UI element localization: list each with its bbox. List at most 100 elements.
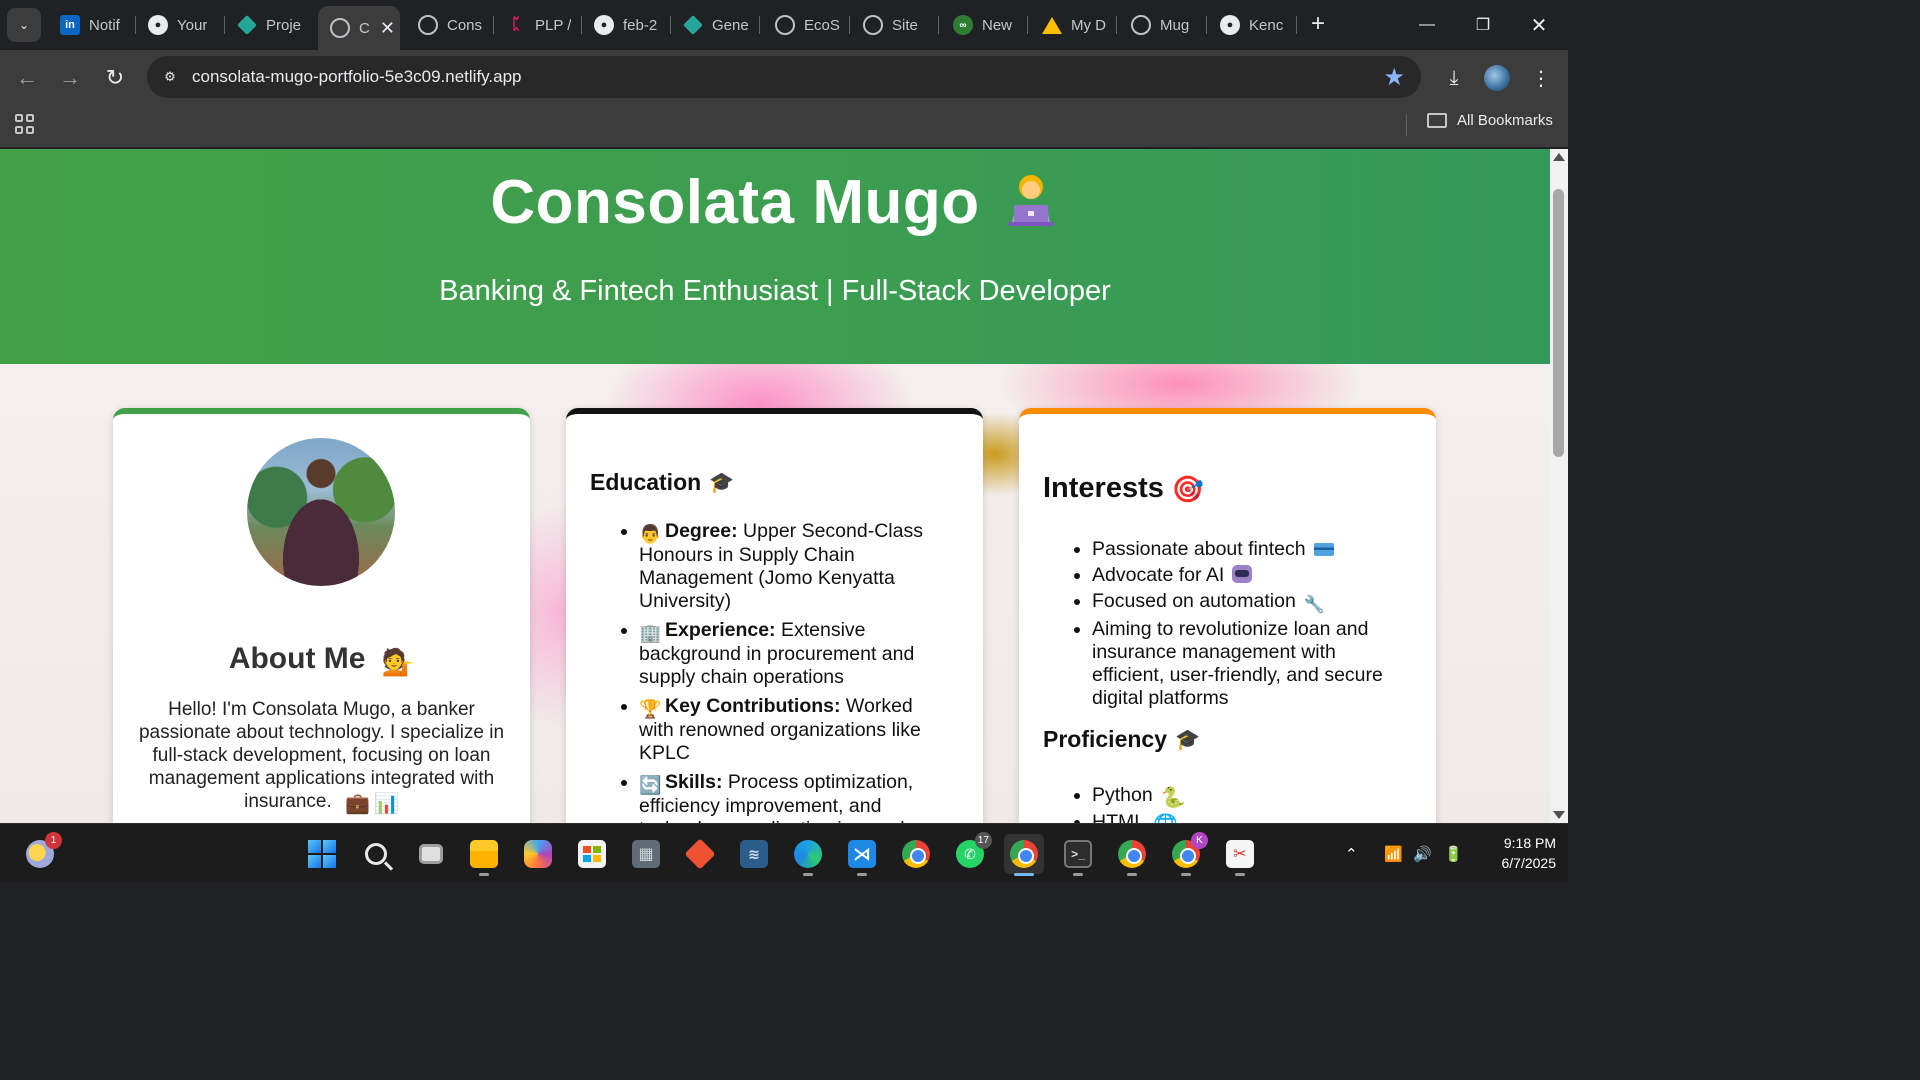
tab-linkedin[interactable]: in Notif [48, 4, 130, 46]
page-subtitle: Banking & Fintech Enthusiast | Full-Stac… [439, 275, 1111, 307]
site-info-icon[interactable]: ⚙ [159, 66, 181, 88]
page-title: Consolata Mugo [0, 167, 1550, 238]
terminal-app[interactable]: >_ [1058, 834, 1098, 876]
system-clock[interactable]: 9:18 PM 6/7/2025 [1474, 833, 1557, 873]
scroll-up-arrow-icon[interactable] [1553, 153, 1565, 161]
close-window-button[interactable]: ✕ [1519, 8, 1559, 42]
folder-icon [1427, 113, 1447, 128]
list-item: 🏆Key Contributions: Worked with renowned… [639, 695, 939, 765]
globe-icon: 🌐 [1153, 815, 1178, 823]
page-viewport: Consolata Mugo Banking & Fintech Enthusi… [0, 149, 1550, 823]
whatsapp-app[interactable]: ✆ 17 [950, 832, 992, 874]
about-text: Hello! I'm Consolata Mugo, a banker pass… [138, 699, 505, 815]
graduate-icon: 👨 [639, 524, 662, 544]
tab-ecos[interactable]: EcoS [763, 4, 845, 46]
show-hidden-icons[interactable]: ⌃ [1345, 824, 1358, 883]
search-icon [365, 843, 387, 865]
new-icon: ∞ [953, 15, 973, 35]
reload-button[interactable]: ↻ [99, 62, 131, 94]
chrome-app-profile-2[interactable] [1112, 834, 1152, 876]
globe-icon [775, 15, 795, 35]
chrome-icon [1010, 840, 1038, 868]
trophy-icon: 🏆 [639, 699, 662, 719]
wifi-icon[interactable]: 📶 [1384, 824, 1403, 883]
hero-header: Consolata Mugo Banking & Fintech Enthusi… [0, 149, 1550, 364]
battery-icon[interactable]: 🔋 [1444, 824, 1463, 883]
tab-github-your[interactable]: ● Your [136, 4, 218, 46]
about-title: About Me 💁 [228, 642, 415, 677]
clock-date: 6/7/2025 [1501, 855, 1557, 871]
clock-time: 9:18 PM [1503, 835, 1556, 851]
git-app[interactable] [680, 834, 720, 874]
apps-grid-icon[interactable] [15, 114, 35, 134]
forward-button[interactable]: → [54, 62, 86, 94]
file-explorer-app[interactable] [464, 834, 504, 876]
download-icon[interactable]: ⤓ [1438, 62, 1470, 94]
windows-taskbar: 1 ▦ ≋ ⋊ ✆ 17 >_ K ✂ ⌃ 📶 🔊 🔋 9:18 PM 6/7/… [0, 823, 1568, 882]
list-item: Aiming to revolutionize loan and insuran… [1092, 618, 1402, 710]
mysql-workbench-app[interactable]: ≋ [734, 834, 774, 874]
close-tab-icon[interactable]: ✕ [380, 18, 395, 39]
weather-widget[interactable]: 1 [20, 832, 62, 874]
scroll-down-arrow-icon[interactable] [1553, 811, 1565, 819]
address-bar[interactable]: ⚙ consolata-mugo-portfolio-5e3c09.netlif… [147, 56, 1421, 98]
tab-cons[interactable]: Cons [406, 4, 488, 46]
interests-card: Interests🎯 Passionate about fintech Advo… [1019, 408, 1436, 823]
vscode-app[interactable]: ⋊ [842, 834, 882, 876]
windows-logo-icon [308, 840, 336, 868]
robot-icon [1232, 565, 1253, 583]
bookmark-star-icon[interactable]: ★ [1383, 63, 1405, 92]
chevron-down-icon: ⌄ [18, 18, 30, 32]
scrollbar-thumb[interactable] [1553, 189, 1564, 457]
tab-github-kenc[interactable]: ● Kenc [1208, 4, 1290, 46]
back-button[interactable]: ← [11, 62, 43, 94]
tab-plp[interactable]: ᛈ PLP / [494, 4, 576, 46]
copilot-icon [524, 840, 552, 868]
chrome-app-profile-k[interactable]: K [1166, 832, 1208, 876]
tab-my-drive[interactable]: My D [1030, 4, 1112, 46]
tab-gene[interactable]: Gene [671, 4, 753, 46]
url-text[interactable]: consolata-mugo-portfolio-5e3c09.netlify.… [192, 67, 522, 87]
new-tab-button[interactable]: + [1305, 12, 1331, 38]
start-button[interactable] [302, 834, 342, 874]
chrome-app[interactable] [896, 834, 936, 874]
volume-icon[interactable]: 🔊 [1413, 824, 1432, 883]
chrome-app-active[interactable] [1004, 834, 1044, 876]
weather-badge: 1 [45, 832, 62, 849]
chevron-up-icon: ⌃ [1345, 845, 1358, 863]
diamond-icon [237, 15, 257, 35]
minimize-button[interactable]: — [1407, 8, 1447, 42]
all-bookmarks-button[interactable]: All Bookmarks [1427, 112, 1553, 129]
browser-toolbar: ← → ↻ ⚙ consolata-mugo-portfolio-5e3c09.… [0, 50, 1568, 106]
globe-icon [418, 15, 438, 35]
tab-search-button[interactable]: ⌄ [7, 8, 41, 42]
snipping-tool-app[interactable]: ✂ [1220, 834, 1260, 876]
globe-icon [863, 15, 883, 35]
git-icon [684, 838, 716, 870]
interests-list: Passionate about fintech Advocate for AI… [1092, 538, 1402, 713]
tab-github-feb[interactable]: ● feb-2 [582, 4, 664, 46]
taskbar-search[interactable] [356, 834, 396, 874]
snake-icon: 🐍 [1160, 787, 1186, 809]
person-tipping-hand-icon: 💁 [381, 647, 415, 677]
vscode-icon: ⋊ [848, 840, 876, 868]
bookmarks-bar: All Bookmarks [0, 106, 1568, 148]
list-item: Focused on automation🔧 [1092, 590, 1402, 615]
tab-projects[interactable]: Proje [225, 4, 307, 46]
chrome-icon [902, 840, 930, 868]
interests-title: Interests 🎯 [1043, 472, 1205, 504]
tab-mug[interactable]: Mug [1119, 4, 1201, 46]
education-card: Education🎓 👨Degree: Upper Second-Class H… [566, 408, 983, 823]
tab-new[interactable]: ∞ New [941, 4, 1023, 46]
edge-app[interactable] [788, 834, 828, 876]
copilot-app[interactable] [518, 834, 558, 874]
restore-button[interactable]: ❐ [1463, 8, 1503, 42]
microsoft-store-app[interactable] [572, 834, 612, 874]
tab-site[interactable]: Site [851, 4, 933, 46]
profile-avatar[interactable] [1481, 62, 1513, 94]
page-scrollbar[interactable] [1550, 149, 1568, 823]
tab-active-portfolio[interactable]: C ✕ [318, 6, 400, 50]
task-view-button[interactable] [411, 834, 451, 874]
calculator-app[interactable]: ▦ [626, 834, 666, 874]
menu-kebab-icon[interactable]: ⋮ [1525, 62, 1557, 94]
